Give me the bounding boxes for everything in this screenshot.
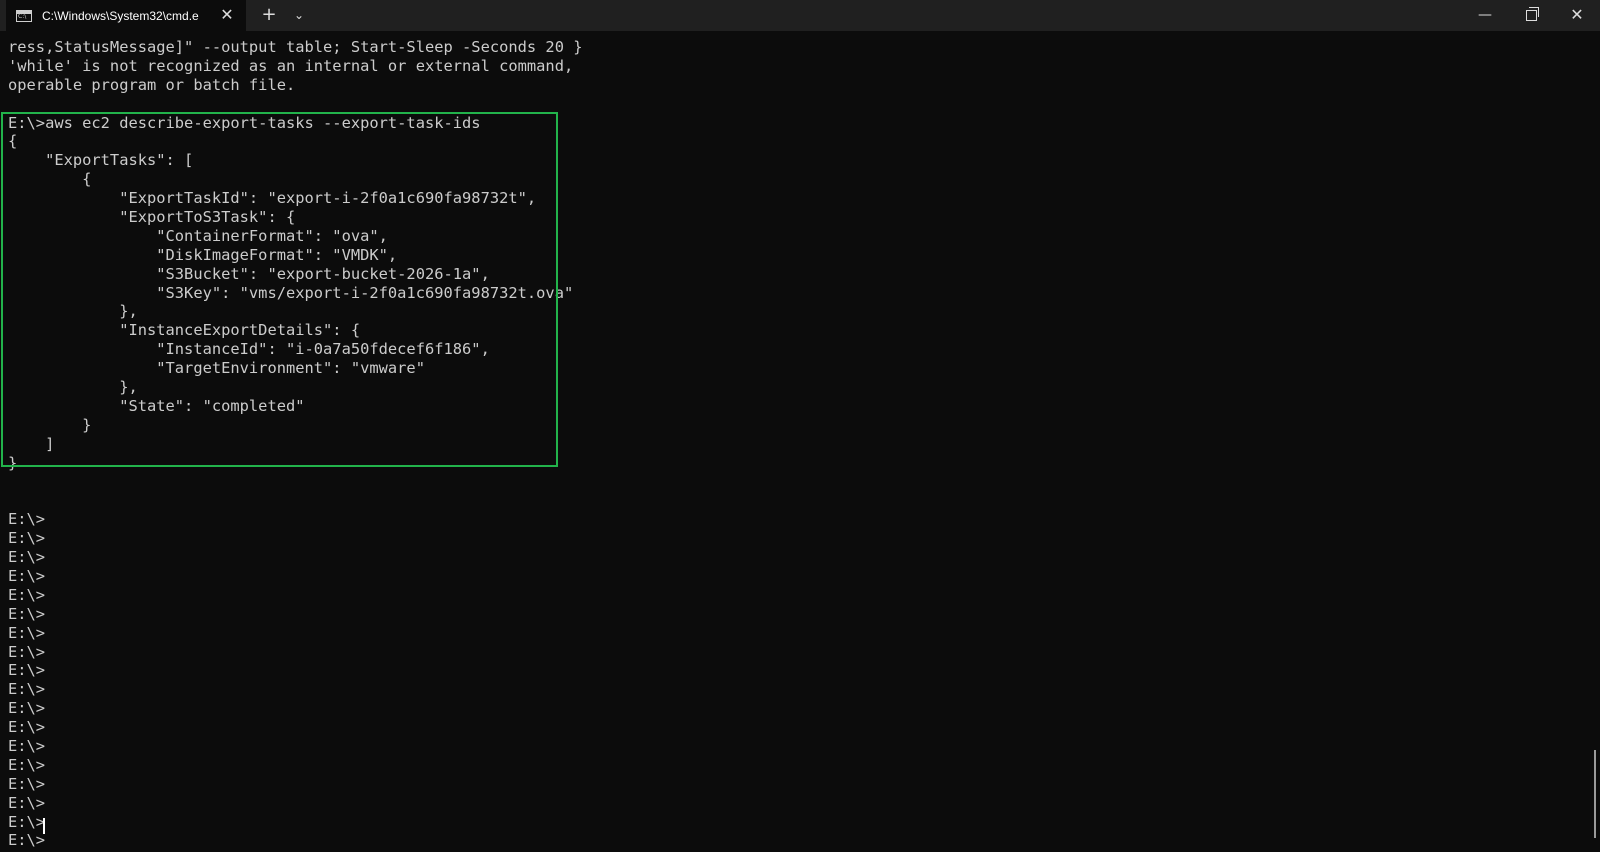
scrollbar-thumb[interactable] — [1594, 750, 1596, 838]
maximize-button[interactable] — [1508, 0, 1554, 31]
console-line: E:\> — [8, 548, 46, 567]
console-line: 'while' is not recognized as an internal… — [8, 56, 574, 75]
console-line: "S3Bucket": "export-bucket-2026-1a", — [8, 264, 490, 283]
close-window-button[interactable]: ✕ — [1554, 0, 1600, 31]
text-cursor — [43, 818, 45, 834]
console-line: "S3Key": "vms/export-i-2f0a1c690fa98732t… — [8, 283, 574, 302]
console-line: "InstanceId": "i-0a7a50fdecef6f186", — [8, 340, 490, 359]
console-line: E:\> — [8, 585, 46, 604]
minimize-button[interactable]: — — [1462, 0, 1508, 31]
console-line: }, — [8, 378, 138, 397]
console-line: "InstanceExportDetails": { — [8, 321, 361, 340]
console-line: E:\> — [8, 604, 46, 623]
console-line: "DiskImageFormat": "VMDK", — [8, 245, 398, 264]
cmd-icon — [16, 9, 32, 22]
console-line: "ExportTasks": [ — [8, 151, 194, 170]
console-line: E:\> — [8, 623, 46, 642]
console-line: E:\> — [8, 680, 46, 699]
tab-title: C:\Windows\System32\cmd.e — [42, 8, 199, 23]
console-line: E:\> — [8, 661, 46, 680]
console-line: "ExportTaskId": "export-i-2f0a1c690fa987… — [8, 189, 537, 208]
tab-cmd[interactable]: C:\Windows\System32\cmd.e ✕ — [6, 0, 246, 31]
console-output[interactable]: ress,StatusMessage]" --output table; Sta… — [8, 38, 1588, 850]
console-line: E:\> — [8, 793, 46, 812]
console-line: "State": "completed" — [8, 396, 305, 415]
console-line: { — [8, 132, 18, 151]
restore-icon — [1525, 7, 1539, 21]
console-line: operable program or batch file. — [8, 75, 296, 94]
console-line: } — [8, 415, 92, 434]
console-line: "ContainerFormat": "ova", — [8, 226, 388, 245]
console-line: E:\> — [8, 736, 46, 755]
console-line: }, — [8, 302, 138, 321]
tab-dropdown-button[interactable]: ⌄ — [286, 0, 312, 31]
console-line: ress,StatusMessage]" --output table; Sta… — [8, 38, 583, 56]
console-line: E:\> — [8, 755, 46, 774]
tab-close-icon[interactable]: ✕ — [218, 6, 236, 24]
console-line: { — [8, 170, 92, 189]
console-line: E:\> — [8, 566, 46, 585]
console-line: E:\> — [8, 774, 46, 793]
console-line: E:\> — [8, 812, 46, 831]
console-line: E:\>aws ec2 describe-export-tasks --expo… — [8, 113, 481, 132]
title-bar: C:\Windows\System32\cmd.e ✕ + ⌄ — ✕ — [0, 0, 1600, 31]
console-line: ] — [8, 434, 55, 453]
new-tab-button[interactable]: + — [256, 0, 282, 31]
console-line: E:\> — [8, 642, 46, 661]
console-line: E:\> — [8, 510, 46, 529]
console-line: "TargetEnvironment": "vmware" — [8, 359, 425, 378]
console-line: E:\> — [8, 718, 46, 737]
console-line: "ExportToS3Task": { — [8, 208, 296, 227]
console-line: E:\> — [8, 831, 46, 850]
console-line: E:\> — [8, 699, 46, 718]
console-line: E:\> — [8, 529, 46, 548]
console-line: } — [8, 453, 18, 472]
